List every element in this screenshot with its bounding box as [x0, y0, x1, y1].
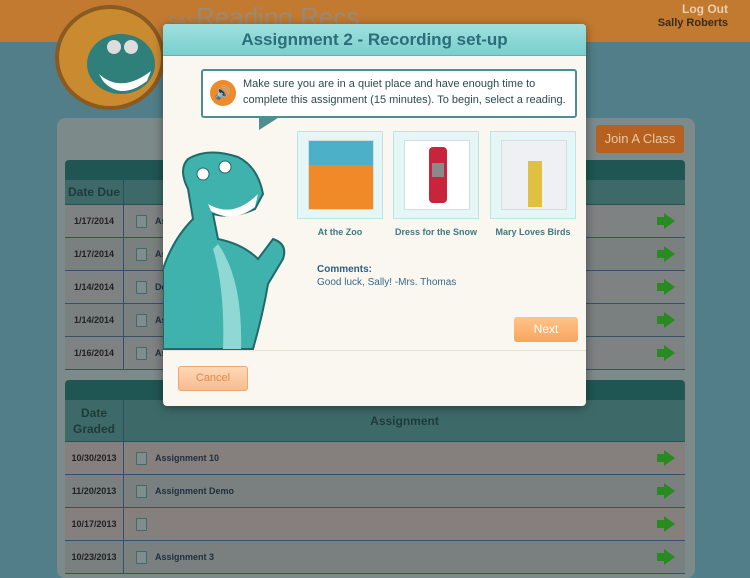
reading-label: At the Zoo — [317, 227, 363, 237]
speaker-icon[interactable]: 🔊 — [210, 80, 236, 106]
arrow-right-icon[interactable] — [657, 312, 675, 328]
graded-table-header: Date Graded Assignment — [65, 400, 685, 442]
dinosaur-mascot — [163, 151, 286, 350]
date-graded-header: Date Graded — [65, 400, 124, 441]
user-name: Sally Roberts — [657, 17, 728, 29]
arrow-right-icon[interactable] — [657, 345, 675, 361]
arrow-right-icon[interactable] — [657, 246, 675, 262]
snow-clothes-image — [404, 140, 470, 210]
date-cell: 1/16/2014 — [65, 337, 124, 369]
date-cell: 10/30/2013 — [65, 442, 124, 474]
comments-label: Comments: — [317, 264, 373, 275]
date-cell: 1/17/2014 — [65, 238, 124, 270]
logout-link[interactable]: Log Out — [682, 2, 728, 16]
date-cell: 1/17/2014 — [65, 205, 124, 237]
arrow-right-icon[interactable] — [657, 450, 675, 466]
assignment-name: Assignment 10 — [155, 453, 220, 463]
assignment-name: Assignment Demo — [155, 486, 235, 496]
document-icon — [136, 313, 147, 327]
dinosaur-logo — [55, 5, 165, 110]
table-row[interactable]: 10/17/2013 — [65, 508, 685, 541]
reading-dress-for-the-snow[interactable] — [393, 131, 479, 219]
arrow-right-icon[interactable] — [657, 213, 675, 229]
reading-at-the-zoo[interactable] — [297, 131, 383, 219]
dialog-title: Assignment 2 - Recording set-up — [163, 24, 586, 56]
arrow-right-icon[interactable] — [657, 516, 675, 532]
date-cell: 11/20/2013 — [65, 475, 124, 507]
document-icon — [136, 346, 147, 360]
next-button[interactable]: Next — [514, 317, 578, 342]
assignment-header: Assignment — [370, 413, 439, 428]
assignment-name: Assignment 3 — [155, 552, 215, 562]
table-row[interactable]: 11/20/2013 Assignment Demo — [65, 475, 685, 508]
date-cell: 10/23/2013 — [65, 541, 124, 573]
instructions-bubble: 🔊 Make sure you are in a quiet place and… — [201, 69, 577, 130]
reading-label: Mary Loves Birds — [495, 227, 571, 237]
table-row[interactable]: 10/23/2013 Assignment 3 — [65, 541, 685, 574]
document-icon — [136, 550, 147, 564]
document-icon — [136, 517, 147, 531]
document-icon — [136, 484, 147, 498]
comments-text: Good luck, Sally! -Mrs. Thomas — [317, 277, 457, 288]
document-icon — [136, 214, 147, 228]
arrow-right-icon[interactable] — [657, 483, 675, 499]
document-icon — [136, 247, 147, 261]
reading-mary-loves-birds[interactable] — [490, 131, 576, 219]
birds-image — [501, 140, 567, 210]
cancel-button[interactable]: Cancel — [178, 366, 248, 391]
arrow-right-icon[interactable] — [657, 279, 675, 295]
date-due-header: Date Due — [65, 180, 124, 204]
document-icon — [136, 280, 147, 294]
tigers-image — [308, 140, 374, 210]
recording-setup-dialog: Assignment 2 - Recording set-up 🔊 Make s… — [163, 24, 586, 406]
date-cell: 1/14/2014 — [65, 271, 124, 303]
join-class-button[interactable]: Join A Class — [596, 125, 684, 153]
document-icon — [136, 451, 147, 465]
table-row[interactable]: 10/30/2013 Assignment 10 — [65, 442, 685, 475]
date-cell: 10/17/2013 — [65, 508, 124, 540]
date-cell: 1/14/2014 — [65, 304, 124, 336]
reading-label: Dress for the Snow — [394, 227, 477, 237]
instructions-text: Make sure you are in a quiet place and h… — [243, 78, 566, 106]
footer-divider — [163, 350, 586, 351]
